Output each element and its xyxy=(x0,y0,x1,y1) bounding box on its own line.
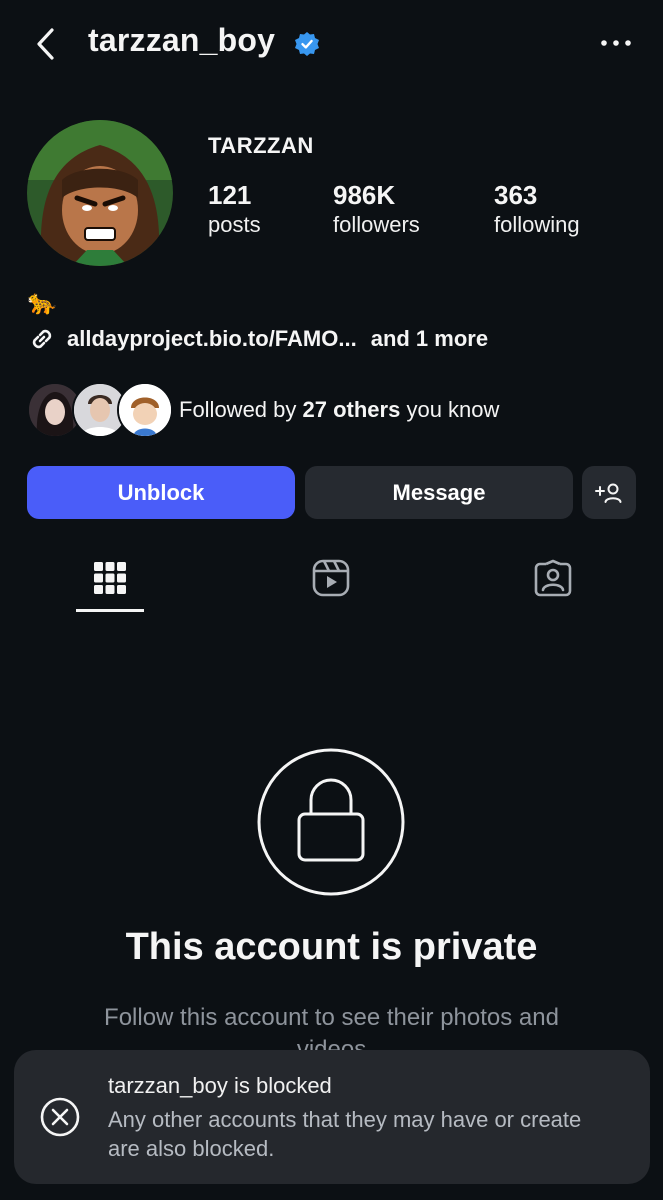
mutual-prefix: Followed by xyxy=(179,397,303,422)
lock-icon xyxy=(257,748,405,896)
mutual-followers-text: Followed by 27 others you know xyxy=(179,397,499,423)
more-options-button[interactable] xyxy=(598,30,634,56)
tab-posts-grid[interactable] xyxy=(77,548,143,608)
bio-emoji: 🐆 xyxy=(27,289,57,316)
tab-reels[interactable] xyxy=(298,548,364,608)
stat-following[interactable]: 363 following xyxy=(494,180,580,240)
toast-title: tarzzan_boy is blocked xyxy=(108,1073,332,1098)
chevron-left-icon xyxy=(37,28,54,60)
verified-badge-icon xyxy=(294,31,320,57)
mutual-suffix: you know xyxy=(400,397,500,422)
posts-count: 121 xyxy=(208,180,252,210)
mutual-avatar xyxy=(117,382,173,438)
stat-followers[interactable]: 986K followers xyxy=(333,180,420,240)
suggested-users-button[interactable] xyxy=(582,466,636,519)
back-button[interactable] xyxy=(30,24,64,64)
display-name: TARZZAN xyxy=(208,133,314,158)
posts-label: posts xyxy=(208,212,261,237)
tagged-icon xyxy=(534,559,572,597)
bio-link[interactable]: alldayproject.bio.to/FAMO... and 1 more xyxy=(27,322,488,356)
unblock-button[interactable]: Unblock xyxy=(27,466,295,519)
grid-icon xyxy=(94,562,126,594)
profile-avatar[interactable] xyxy=(27,120,173,266)
more-horizontal-icon xyxy=(601,40,631,46)
reels-icon xyxy=(312,559,350,597)
private-account-title: This account is private xyxy=(125,926,538,968)
following-count: 363 xyxy=(494,180,538,210)
tab-tagged[interactable] xyxy=(520,548,586,608)
add-user-icon xyxy=(595,483,622,503)
followers-label: followers xyxy=(333,212,420,237)
toast-body: Any other accounts that they may have or… xyxy=(108,1107,582,1161)
mutual-followers[interactable]: Followed by 27 others you know xyxy=(27,382,499,438)
link-icon xyxy=(32,329,52,349)
mutual-count: 27 others xyxy=(302,397,401,422)
bio-link-more[interactable]: and 1 more xyxy=(371,326,488,352)
close-circle-icon[interactable] xyxy=(40,1097,80,1137)
message-button[interactable]: Message xyxy=(305,466,573,519)
profile-username: tarzzan_boy xyxy=(88,22,276,58)
mutual-avatars xyxy=(27,382,173,438)
following-label: following xyxy=(494,212,580,237)
active-tab-indicator xyxy=(76,609,144,612)
followers-count: 986K xyxy=(333,180,396,210)
bio-link-text[interactable]: alldayproject.bio.to/FAMO... xyxy=(67,326,357,352)
stat-posts[interactable]: 121 posts xyxy=(208,180,261,240)
